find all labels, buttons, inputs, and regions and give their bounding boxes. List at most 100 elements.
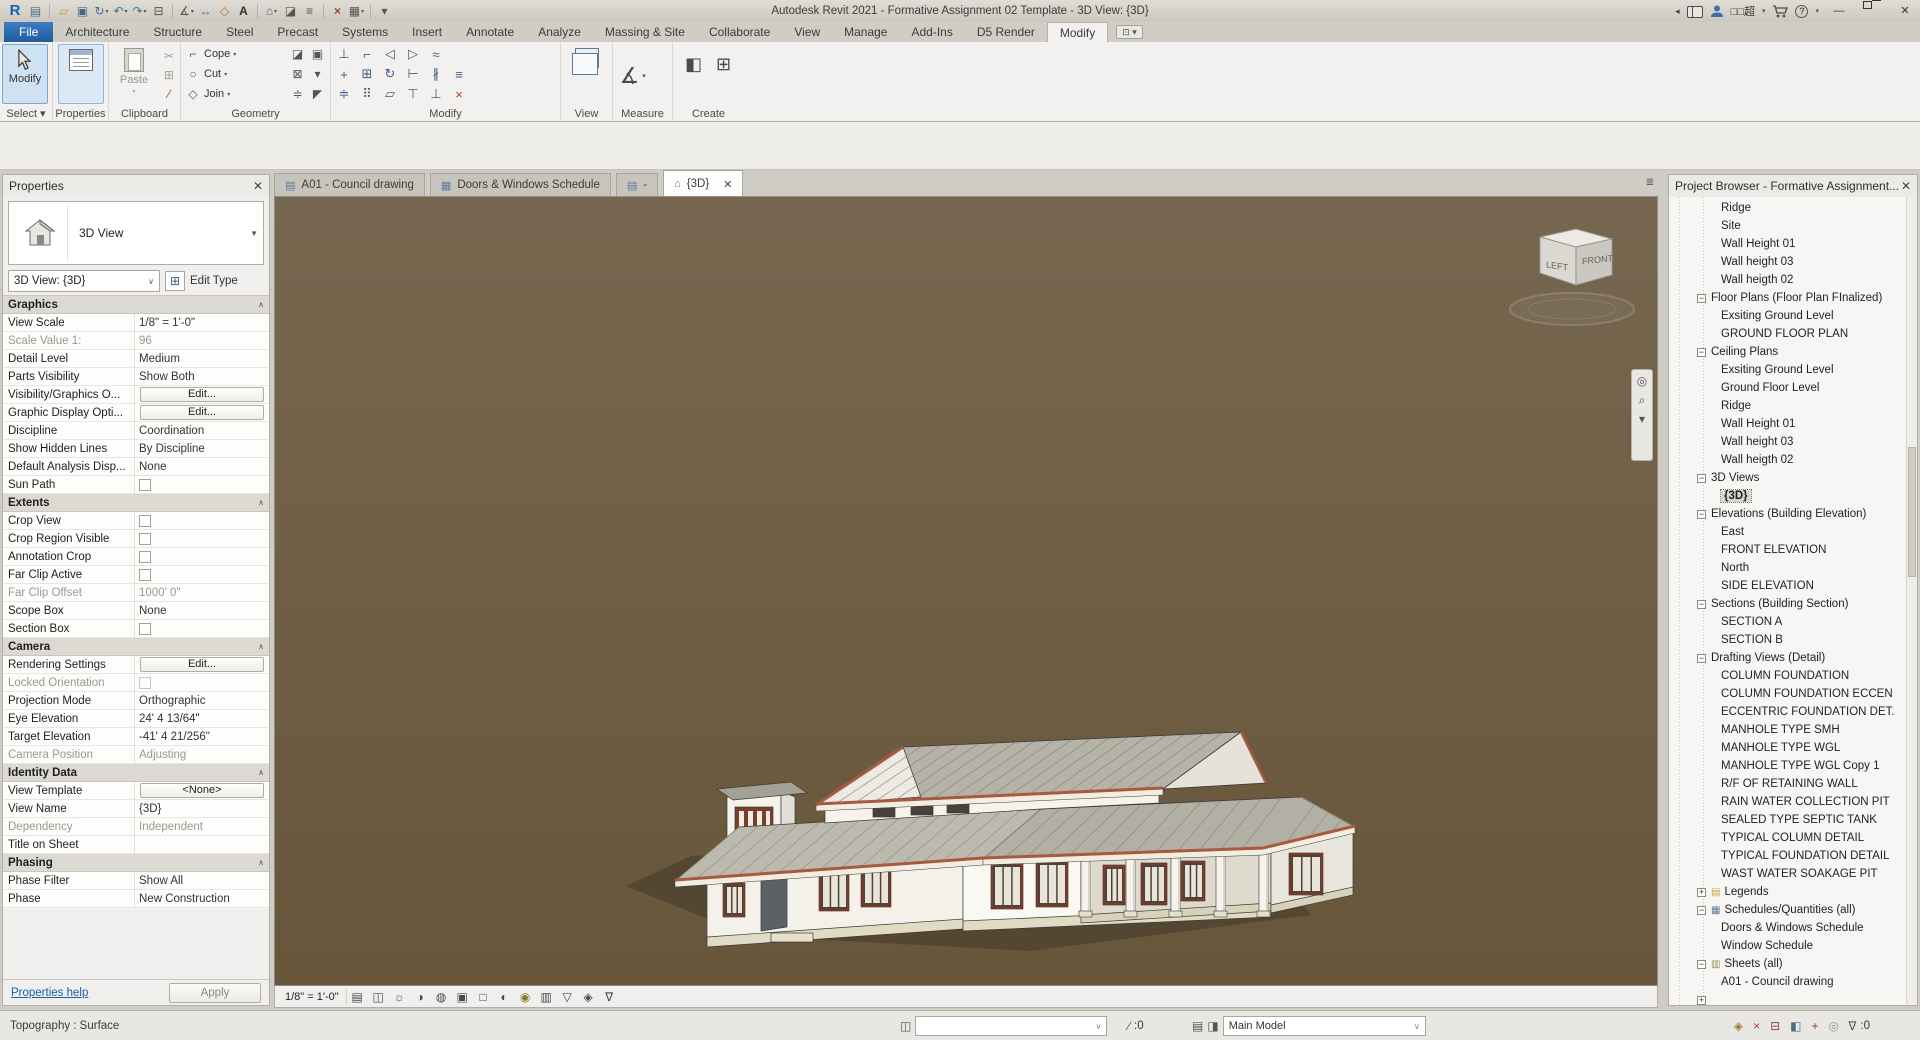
properties-panel-label[interactable]: Properties — [53, 108, 108, 120]
demolish-icon[interactable]: ◤ — [309, 86, 326, 102]
tree-item[interactable]: −Sections (Building Section) — [1669, 595, 1917, 613]
collapse-icon[interactable]: − — [1697, 654, 1706, 663]
select-panel-label[interactable]: Select ▾ — [0, 107, 52, 120]
properties-palette-header[interactable]: Properties ✕ — [3, 175, 269, 197]
align-multiple-icon[interactable]: ≡ — [448, 65, 470, 83]
user-dropdown-icon[interactable]: ▾ — [1762, 7, 1766, 15]
cut-button[interactable]: Cut — [204, 68, 221, 80]
property-value[interactable]: Independent — [135, 821, 269, 833]
select-pinned-elements-toggle-icon[interactable]: ⊟ — [1770, 1019, 1780, 1033]
open-icon[interactable]: ▱ — [54, 1, 73, 21]
section-header-camera[interactable]: Camera∧ — [3, 638, 269, 656]
view-selector-combo[interactable]: 3D View: {3D} ∨ — [8, 270, 160, 292]
cope-dropdown-icon[interactable]: ▾ — [233, 51, 236, 58]
move-icon[interactable]: + — [333, 65, 355, 83]
property-value[interactable] — [135, 677, 269, 689]
search-icon[interactable] — [1687, 6, 1703, 16]
restore-button[interactable] — [1859, 1, 1885, 21]
cope-button[interactable]: Cope — [204, 48, 230, 60]
mirror-pick-icon[interactable]: ▷ — [402, 45, 424, 63]
tree-item[interactable]: Site — [1669, 217, 1917, 235]
tree-item[interactable]: Window Schedule — [1669, 937, 1917, 955]
edit-button[interactable]: Edit... — [140, 405, 264, 420]
tree-item[interactable]: −Ceiling Plans — [1669, 343, 1917, 361]
trim-corner-icon[interactable]: ⌐ — [356, 45, 378, 63]
tree-item-selected[interactable]: {3D} — [1669, 487, 1917, 505]
create-group-icon[interactable]: ⊞ — [712, 52, 736, 76]
property-value[interactable]: Edit... — [135, 387, 269, 402]
active-workset-combo[interactable]: ∨ — [915, 1016, 1107, 1036]
print-icon[interactable]: ⊟ — [149, 1, 168, 21]
highlight-displacement-sets-icon[interactable]: ◈ — [578, 988, 599, 1006]
tree-item[interactable]: COLUMN FOUNDATION ECCEN — [1669, 685, 1917, 703]
tree-item[interactable]: RAIN WATER COLLECTION PIT — [1669, 793, 1917, 811]
property-value[interactable]: Show Both — [135, 371, 269, 383]
tree-item[interactable]: Wall height 03 — [1669, 253, 1917, 271]
property-value[interactable]: New Construction — [135, 893, 269, 905]
tree-item[interactable]: East — [1669, 523, 1917, 541]
property-value[interactable]: 1000' 0" — [135, 587, 269, 599]
join-button[interactable]: Join — [204, 88, 224, 100]
ribbon-tab-massing-site[interactable]: Massing & Site — [593, 22, 697, 42]
match-type-properties-icon[interactable]: ∕ — [160, 86, 178, 102]
minimize-button[interactable]: — — [1826, 1, 1852, 21]
tree-item[interactable]: Ridge — [1669, 397, 1917, 415]
ribbon-tab-modify[interactable]: Modify — [1047, 22, 1108, 42]
ribbon-tab-architecture[interactable]: Architecture — [53, 22, 141, 42]
view-panel-button[interactable] — [564, 44, 610, 104]
beam-column-joins-icon[interactable]: ≑ — [289, 86, 306, 102]
section-collapse-icon[interactable]: ∧ — [258, 300, 264, 309]
section-collapse-icon[interactable]: ∧ — [258, 768, 264, 777]
apply-button[interactable]: Apply — [169, 983, 261, 1003]
filter-icon[interactable]: ∇ — [1848, 1019, 1856, 1033]
switch-windows-icon-dropdown[interactable]: ▾ — [361, 8, 364, 15]
document-tab-doors-windows-schedule[interactable]: ▦Doors & Windows Schedule — [430, 173, 611, 196]
show-analytical-model-icon[interactable]: ▽ — [557, 988, 578, 1006]
rotate-icon[interactable]: ↻ — [379, 65, 401, 83]
ribbon-tab-steel[interactable]: Steel — [214, 22, 265, 42]
tree-item[interactable]: Ridge — [1669, 199, 1917, 217]
property-value[interactable]: -41' 4 21/256" — [135, 731, 269, 743]
none-button[interactable]: <None> — [140, 783, 264, 798]
tree-item[interactable]: −Floor Plans (Floor Plan FInalized) — [1669, 289, 1917, 307]
ribbon-tab-manage[interactable]: Manage — [832, 22, 899, 42]
section-collapse-icon[interactable]: ∧ — [258, 642, 264, 651]
ribbon-tab-view[interactable]: View — [782, 22, 832, 42]
collapse-icon[interactable]: − — [1697, 348, 1706, 357]
property-value[interactable]: Edit... — [135, 405, 269, 420]
view-tabs-overflow-button[interactable]: ≣ — [1642, 174, 1658, 192]
drawing-area[interactable]: LEFT FRONT ◎⌕▾ — [274, 196, 1658, 986]
redo-icon[interactable]: ↷▾ — [130, 1, 149, 21]
edit-button[interactable]: Edit... — [140, 387, 264, 402]
paste-button[interactable]: Paste ▾ — [111, 44, 157, 104]
show-crop-region-icon[interactable]: □ — [473, 988, 494, 1006]
properties-toggle-button[interactable] — [58, 44, 104, 104]
tree-item[interactable]: −▦Schedules/Quantities (all) — [1669, 901, 1917, 919]
tree-item[interactable]: −▥Sheets (all) — [1669, 955, 1917, 973]
temporary-hide-isolate-icon[interactable]: ◐ — [494, 988, 515, 1006]
tree-item[interactable]: COLUMN FOUNDATION — [1669, 667, 1917, 685]
tree-item[interactable]: + — [1669, 991, 1917, 1005]
customize-qat-icon[interactable]: ▾ — [375, 1, 394, 21]
ribbon-tab-file[interactable]: File — [4, 22, 53, 42]
ribbon-tab-annotate[interactable]: Annotate — [454, 22, 526, 42]
tree-item[interactable]: −Elevations (Building Elevation) — [1669, 505, 1917, 523]
wall-opening-icon[interactable]: ▣ — [309, 46, 326, 62]
select-elements-by-face-toggle-icon[interactable]: ◧ — [1790, 1019, 1801, 1033]
trim-extend-icon[interactable]: ⊢ — [402, 65, 424, 83]
help-icon[interactable]: ? — [1795, 5, 1808, 18]
property-value[interactable]: Orthographic — [135, 695, 269, 707]
delete-icon[interactable]: × — [448, 85, 470, 103]
undo-icon[interactable]: ↶▾ — [111, 1, 130, 21]
sync-with-central-icon-dropdown[interactable]: ▾ — [106, 8, 109, 15]
select-underlay-elements-toggle-icon[interactable]: × — [1753, 1019, 1760, 1033]
tree-item[interactable]: Wall Height 01 — [1669, 235, 1917, 253]
locked-orientation-checkbox[interactable] — [139, 677, 151, 689]
measure-icon[interactable]: ∡▾ — [177, 1, 196, 21]
property-value[interactable] — [135, 515, 269, 527]
ribbon-tab-d5-render[interactable]: D5 Render — [965, 22, 1047, 42]
switch-windows-icon[interactable]: ▦▾ — [347, 1, 366, 21]
property-value[interactable] — [135, 533, 269, 545]
cut-geometry-icon[interactable]: ⊠ — [289, 66, 306, 82]
undo-icon-dropdown[interactable]: ▾ — [125, 8, 128, 15]
